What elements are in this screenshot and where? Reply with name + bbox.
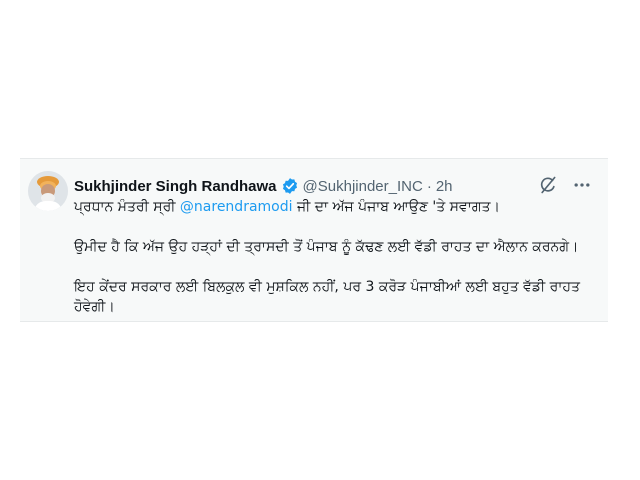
paragraph-text: ਪ੍ਰਧਾਨ ਮੰਤਰੀ ਸ੍ਰੀ [74,199,180,215]
avatar-photo-icon [28,171,68,211]
verified-badge-icon [281,177,299,195]
author-name[interactable]: Sukhjinder Singh Randhawa [74,178,277,195]
mention-link[interactable]: @narendramodi [180,199,293,215]
tweet-timestamp[interactable]: 2h [436,178,453,195]
author-handle[interactable]: @Sukhjinder_INC [303,178,423,195]
tweet-header: Sukhjinder Singh Randhawa @Sukhjinder_IN… [74,175,453,197]
tweet-text: ਪ੍ਰਧਾਨ ਮੰਤਰੀ ਸ੍ਰੀ @narendramodi ਜੀ ਦਾ ਅੱ… [74,197,588,317]
more-icon[interactable] [572,175,592,195]
grok-icon[interactable] [538,175,558,195]
tweet-paragraph: ਉਮੀਦ ਹੈ ਕਿ ਅੱਜ ਉਹ ਹੜ੍ਹਾਂ ਦੀ ਤ੍ਰਾਸਦੀ ਤੋਂ … [74,239,579,255]
paragraph-text: ਜੀ ਦਾ ਅੱਜ ਪੰਜਾਬ ਆਉਣ 'ਤੇ ਸਵਾਗਤ। [292,199,500,215]
separator-dot: · [426,177,432,195]
tweet-paragraph: ਪ੍ਰਧਾਨ ਮੰਤਰੀ ਸ੍ਰੀ @narendramodi ਜੀ ਦਾ ਅੱ… [74,197,588,217]
tweet-paragraph: ਇਹ ਕੇਂਦਰ ਸਰਕਾਰ ਲਈ ਬਿਲਕੁਲ ਵੀ ਮੁਸ਼ਕਿਲ ਨਹੀਂ… [74,279,580,315]
avatar[interactable] [28,171,68,211]
tweet-card[interactable]: Sukhjinder Singh Randhawa @Sukhjinder_IN… [20,158,608,322]
tweet-actions [538,175,592,195]
